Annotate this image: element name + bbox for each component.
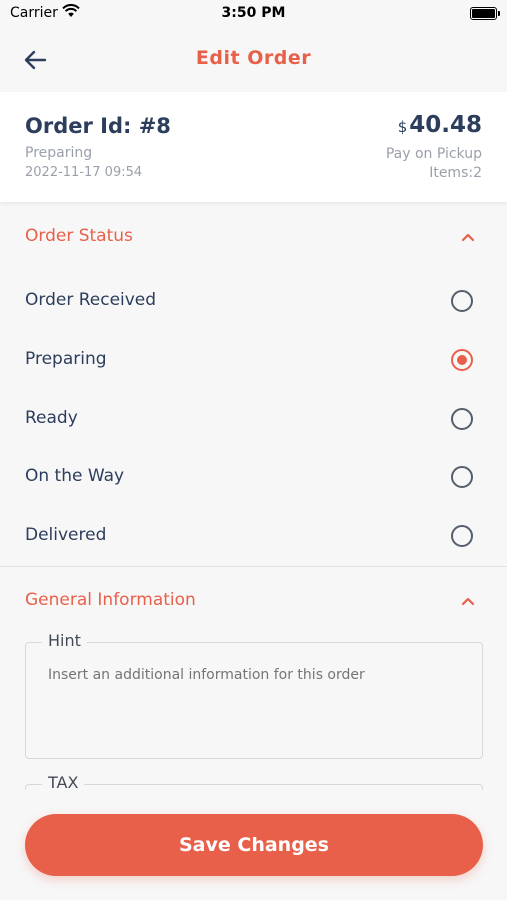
order-summary-card: Order Id: #8 Preparing 2022-11-17 09:54 … — [0, 92, 507, 202]
order-total-amount: 40.48 — [409, 112, 482, 138]
order-status-title: Order Status — [25, 226, 133, 246]
general-info-title: General Information — [25, 590, 196, 610]
status-option-label: On the Way — [25, 466, 125, 486]
section-divider — [0, 566, 507, 567]
hint-input[interactable] — [48, 667, 468, 683]
order-date: 2022-11-17 09:54 — [25, 165, 143, 180]
tax-label: TAX — [42, 773, 85, 790]
order-id: Order Id: #8 — [25, 114, 171, 138]
status-option-label: Preparing — [25, 349, 107, 369]
order-current-status: Preparing — [25, 145, 93, 161]
status-option-on-the-way[interactable]: On the Way — [0, 452, 507, 502]
currency-symbol: $ — [397, 118, 408, 136]
status-option-label: Ready — [25, 408, 78, 428]
hint-field[interactable]: Hint — [25, 631, 483, 759]
general-info-section-header[interactable]: General Information — [0, 582, 507, 622]
radio-button[interactable] — [451, 525, 473, 547]
radio-button[interactable] — [451, 408, 473, 430]
item-count: Items:2 — [429, 165, 482, 181]
status-option-preparing[interactable]: Preparing — [0, 335, 507, 385]
hint-label: Hint — [42, 631, 87, 650]
status-option-ready[interactable]: Ready — [0, 394, 507, 444]
status-option-label: Delivered — [25, 525, 107, 545]
order-total: $40.48 — [398, 112, 482, 138]
radio-button-selected[interactable] — [451, 349, 473, 371]
chevron-up-icon — [461, 597, 475, 606]
payment-method: Pay on Pickup — [385, 146, 482, 162]
page-title: Edit Order — [195, 47, 312, 69]
battery-icon — [470, 7, 500, 20]
radio-button[interactable] — [451, 466, 473, 488]
chevron-up-icon — [461, 233, 475, 242]
scroll-clip: TAX — [0, 770, 507, 790]
status-bar: Carrier 3:50 PM — [0, 0, 507, 30]
status-option-delivered[interactable]: Delivered — [0, 511, 507, 561]
save-changes-button[interactable]: Save Changes — [25, 814, 483, 876]
clock: 3:50 PM — [221, 5, 286, 21]
order-status-section-header[interactable]: Order Status — [0, 218, 507, 258]
radio-button[interactable] — [451, 290, 473, 312]
bottom-action-bar: Save Changes — [0, 790, 507, 900]
status-option-order-received[interactable]: Order Received — [0, 276, 507, 326]
status-option-label: Order Received — [25, 290, 157, 310]
nav-bar: Edit Order — [0, 30, 507, 92]
